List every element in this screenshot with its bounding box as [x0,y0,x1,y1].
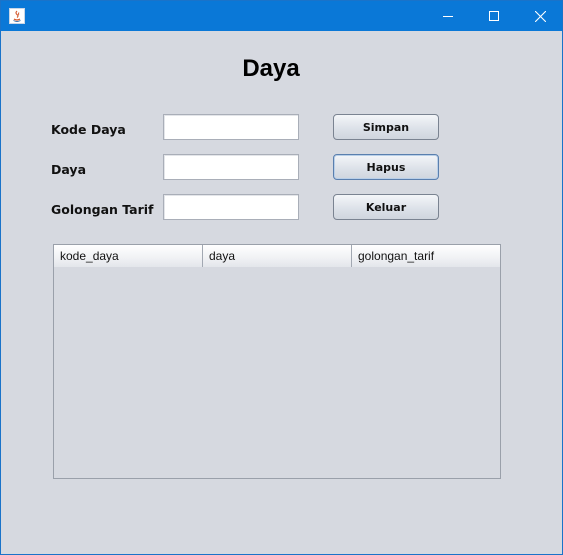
daya-field[interactable] [163,154,299,180]
close-button[interactable] [517,1,563,31]
golongan-tarif-field[interactable] [163,194,299,220]
daya-label: Daya [51,162,87,177]
kode-daya-field[interactable] [163,114,299,140]
form-panel: Daya Kode Daya Daya Golongan Tarif Simpa… [1,31,562,554]
column-header-kode-daya[interactable]: kode_daya [54,245,203,267]
daya-table[interactable]: kode_daya daya golongan_tarif [53,244,501,479]
app-window: Daya Kode Daya Daya Golongan Tarif Simpa… [0,0,563,555]
column-header-daya[interactable]: daya [203,245,352,267]
maximize-icon [489,11,499,21]
title-bar[interactable] [1,1,562,31]
maximize-button[interactable] [471,1,517,31]
close-icon [534,10,546,22]
java-app-icon [9,8,25,24]
kode-daya-label: Kode Daya [51,122,126,137]
table-body[interactable] [54,268,500,478]
column-header-golongan-tarif[interactable]: golongan_tarif [352,245,500,267]
keluar-button[interactable]: Keluar [333,194,439,220]
page-title: Daya [242,55,300,82]
golongan-tarif-label: Golongan Tarif [51,202,154,217]
table-header: kode_daya daya golongan_tarif [54,245,500,267]
minimize-icon [443,16,453,17]
simpan-button[interactable]: Simpan [333,114,439,140]
minimize-button[interactable] [425,1,471,31]
hapus-button[interactable]: Hapus [333,154,439,180]
